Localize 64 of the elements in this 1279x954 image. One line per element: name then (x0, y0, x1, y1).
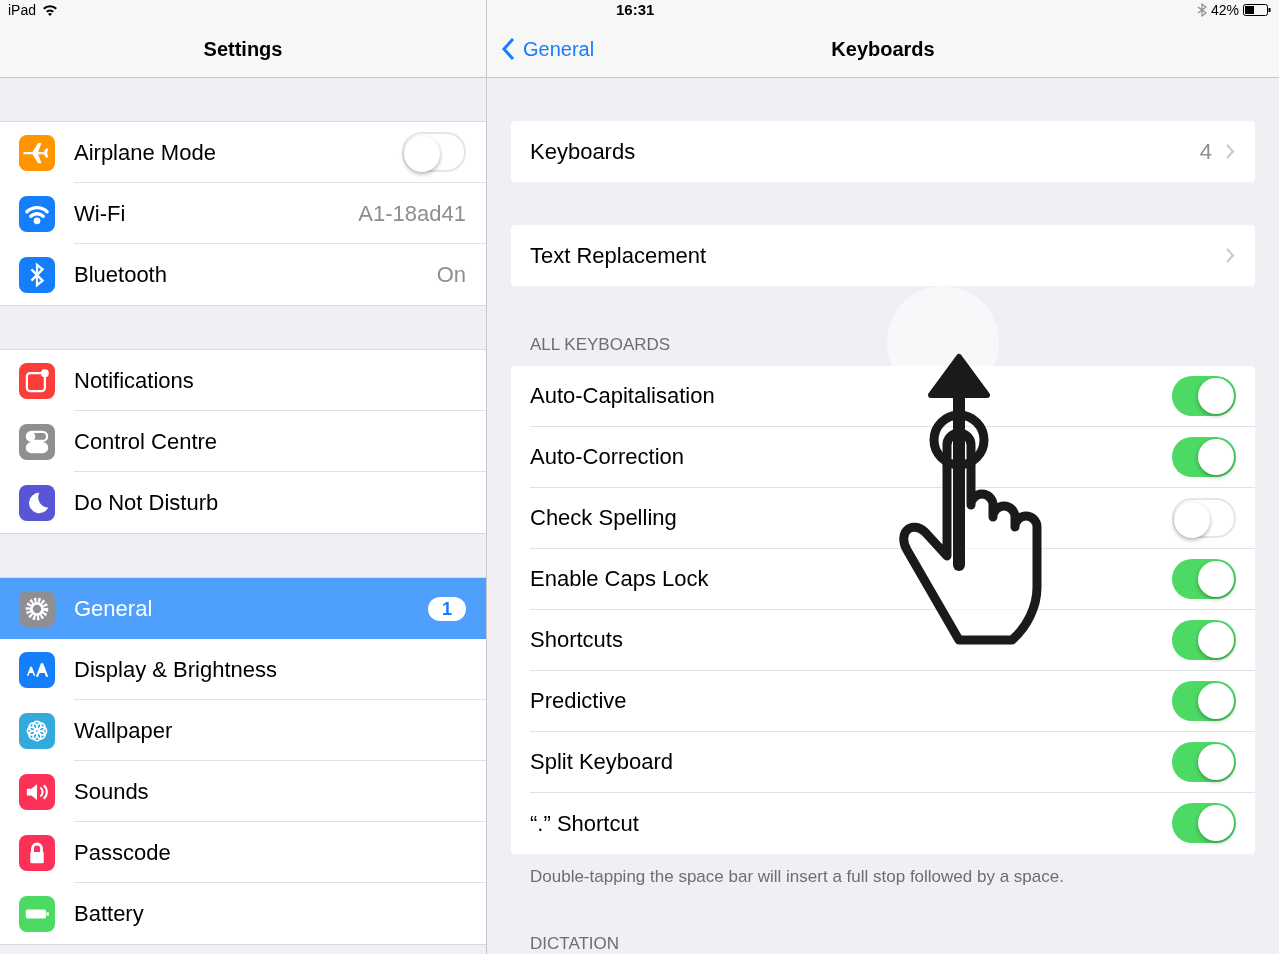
count-badge: 1 (428, 596, 466, 621)
row-label: Auto-Correction (530, 443, 686, 471)
row-label: Control Centre (74, 427, 219, 456)
settings-row[interactable]: Do Not Disturb (0, 472, 486, 533)
back-button[interactable]: General (487, 33, 595, 64)
toggle-switch[interactable] (1172, 803, 1236, 843)
settings-row[interactable]: Wi-Fi A1-18ad41 (0, 183, 486, 244)
toggle-switch[interactable] (1172, 619, 1236, 660)
row-label: Check Spelling (530, 504, 678, 532)
row-label: Shortcuts (530, 626, 624, 654)
navigation-row[interactable]: Keyboards 4 (511, 121, 1255, 182)
toggle-switch[interactable] (402, 132, 466, 172)
clock: 16:31 (616, 0, 655, 20)
row-label: Notifications (74, 366, 195, 395)
row-label: Predictive (530, 687, 628, 715)
toggle-switch[interactable] (1172, 436, 1236, 477)
page-title: Keyboards (831, 36, 935, 62)
toggle-switch[interactable] (1172, 680, 1236, 721)
battery-icon (1243, 4, 1271, 16)
section-footer: Double-tapping the space bar will insert a full stop followed by a space. (511, 863, 1255, 889)
section-header: ALL KEYBOARDS (529, 334, 672, 356)
row-label: Display & Brightness (74, 655, 278, 684)
navigation-row[interactable]: Text Replacement (511, 225, 1255, 286)
toggle-switch[interactable] (1172, 558, 1236, 599)
back-chevron-icon (501, 36, 515, 61)
row-label: Enable Caps Lock (530, 565, 710, 593)
row-label: Text Replacement (530, 242, 708, 270)
row-label: Wi-Fi (74, 199, 127, 228)
row-label: Auto-Capitalisation (530, 382, 716, 410)
row-label: Airplane Mode (74, 138, 217, 167)
chevron-icon (1226, 144, 1235, 159)
toggle-switch[interactable] (1172, 375, 1236, 416)
row-value: A1-18ad41 (358, 199, 466, 228)
row-label: Wallpaper (74, 716, 174, 745)
row-label: Battery (74, 900, 145, 928)
settings-row[interactable]: General 1 (0, 578, 486, 639)
settings-row[interactable]: Wallpaper (0, 700, 486, 761)
row-label: Do Not Disturb (74, 489, 220, 517)
row-value: On (436, 261, 466, 289)
chevron-icon (1226, 248, 1235, 263)
row-label: “.” Shortcut (530, 809, 640, 838)
settings-row[interactable]: Display & Brightness (0, 639, 486, 700)
row-label: General (74, 595, 154, 623)
row-label: Keyboards (530, 138, 637, 166)
toggle-switch[interactable] (1172, 741, 1236, 782)
settings-row[interactable]: Passcode (0, 822, 486, 883)
row-label: Passcode (74, 838, 172, 867)
row-value: 4 (1199, 138, 1212, 166)
settings-row[interactable]: Control Centre (0, 411, 486, 472)
device-name: iPad (8, 0, 37, 20)
battery-percentage: 42% (1210, 0, 1239, 20)
toggle-switch[interactable] (1172, 497, 1236, 538)
settings-row[interactable]: Battery (0, 883, 486, 944)
row-label: Sounds (74, 777, 150, 806)
wifi-signal-icon (42, 4, 59, 16)
settings-row[interactable]: Airplane Mode (0, 122, 486, 183)
settings-row[interactable]: Bluetooth On (0, 244, 486, 305)
section-header: DICTATION (529, 933, 621, 954)
bluetooth-icon (1196, 3, 1207, 17)
sidebar-title: Settings (203, 36, 283, 62)
row-label: Split Keyboard (530, 748, 675, 776)
settings-row[interactable]: Sounds (0, 761, 486, 822)
settings-row[interactable]: Notifications (0, 350, 486, 411)
row-label: Bluetooth (74, 261, 168, 289)
